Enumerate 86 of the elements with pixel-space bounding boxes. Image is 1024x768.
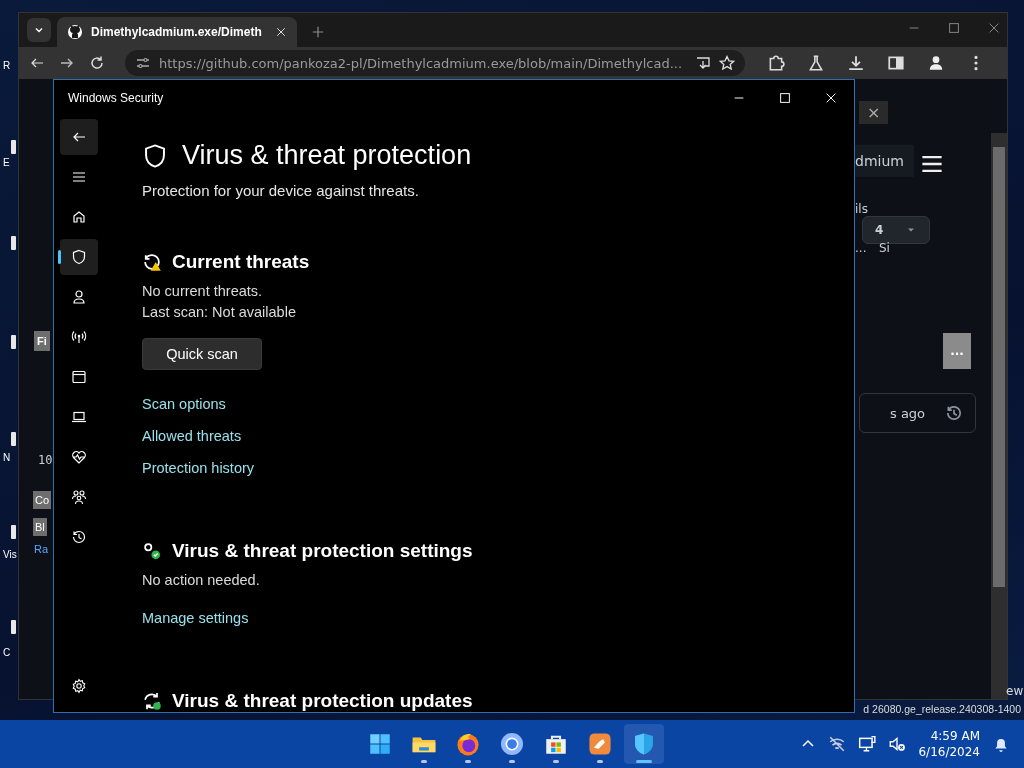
link[interactable]: Protection history — [142, 460, 255, 476]
profile-icon[interactable] — [927, 54, 945, 72]
desktop-icon-label: C — [3, 647, 11, 658]
history-icon[interactable] — [945, 404, 964, 422]
browser-icon — [499, 731, 525, 757]
shield-button[interactable] — [60, 239, 98, 275]
gear-check-icon — [142, 541, 162, 561]
maximize-icon[interactable] — [778, 90, 792, 105]
back-button[interactable] — [60, 119, 98, 155]
clock-date[interactable]: 6/16/2024 — [918, 744, 980, 760]
antenna-icon — [71, 329, 87, 345]
sidebar-icon[interactable] — [887, 54, 905, 72]
status-text: Last scan: Not available — [142, 304, 296, 320]
scrollbar-thumb[interactable] — [993, 147, 1005, 587]
desktop-icon-label: E — [3, 157, 10, 168]
home-icon — [71, 209, 87, 225]
page-text: Si — [879, 241, 890, 255]
commit-time: s ago — [890, 405, 926, 421]
star-icon[interactable] — [719, 55, 735, 71]
network-off-icon[interactable] — [828, 735, 847, 753]
clock-warning-icon — [142, 252, 162, 272]
scrollbar[interactable] — [991, 133, 1007, 699]
shield-icon — [71, 249, 87, 265]
page-text: ils — [855, 202, 868, 216]
start-icon — [367, 731, 393, 757]
menu-icon — [71, 169, 87, 185]
browser-icon — [455, 731, 481, 757]
running-indicator — [553, 760, 559, 763]
section-title: Virus & threat protection updates — [172, 690, 473, 712]
count-text: 4 — [875, 223, 884, 237]
laptop-icon — [71, 409, 87, 425]
line-number: 10 — [38, 453, 53, 467]
status-text: No current threats. — [142, 283, 263, 299]
status-text: No action needed. — [142, 572, 260, 588]
page-text: ... — [855, 241, 867, 255]
person-icon — [71, 289, 87, 305]
link[interactable]: Scan options — [142, 396, 226, 412]
desktop-icon-label: N — [3, 452, 11, 463]
new-tab-icon[interactable] — [311, 25, 325, 39]
app-icon — [587, 731, 613, 757]
people-icon — [71, 489, 87, 505]
address-bar[interactable]: https://github.com/pankoza2-pl/Dimethylcadmium.exe/blob/main/Dimethylcad... — [125, 50, 745, 76]
sync-check-icon — [142, 691, 162, 711]
tab-search-button[interactable] — [27, 18, 51, 42]
desktop-icon-label: Vis — [3, 549, 17, 560]
running-indicator — [465, 760, 471, 763]
running-indicator — [636, 760, 652, 763]
monitor-icon[interactable] — [858, 735, 877, 753]
flask-icon[interactable] — [807, 54, 825, 72]
close-icon[interactable] — [275, 26, 287, 38]
build-text: d 26080.ge_release.240308-1400 — [863, 703, 1021, 715]
window-icon — [71, 369, 87, 385]
quick-scan-button[interactable]: Quick scan — [142, 338, 262, 370]
menu-icon[interactable] — [921, 153, 943, 175]
link[interactable]: Manage settings — [142, 610, 249, 626]
page-subtitle: Protection for your device against threats. — [142, 182, 419, 199]
install-icon[interactable] — [695, 55, 711, 71]
section-title: Current threats — [172, 251, 310, 273]
settings-icon — [71, 678, 87, 694]
toolbar-button[interactable]: Co — [33, 491, 52, 509]
tab-title: Dimethylcadmium.exe/Dimeth — [91, 25, 263, 39]
window-title: Windows Security — [68, 90, 164, 105]
site-info-icon[interactable] — [135, 55, 151, 71]
desktop-icon-label: R — [3, 60, 11, 71]
url-text: https://github.com/pankoza2-pl/Dimethylcadmium.exe/blob/main/Dimethylcad... — [159, 55, 684, 71]
running-indicator — [509, 760, 515, 763]
running-indicator — [421, 760, 427, 763]
reload-icon[interactable] — [89, 55, 105, 71]
shield-icon — [142, 142, 168, 169]
volume-mute-icon[interactable] — [888, 735, 907, 753]
section-title: Virus & threat protection settings — [172, 540, 473, 562]
heart-icon — [71, 449, 87, 465]
page-title: Virus & threat protection — [182, 140, 472, 171]
browser-tab[interactable]: Dimethylcadmium.exe/Dimeth — [57, 17, 297, 47]
raw-link[interactable]: Ra — [34, 543, 49, 555]
popup-close-button[interactable]: × — [859, 101, 889, 124]
extensions-icon[interactable] — [767, 54, 785, 72]
download-icon[interactable] — [847, 54, 865, 72]
history-icon — [71, 529, 87, 545]
desktop-text: ew — [1006, 684, 1024, 698]
back-button[interactable]: Fi — [34, 331, 50, 351]
running-indicator — [597, 760, 603, 763]
toolbar-button[interactable]: Bl — [33, 518, 47, 536]
link[interactable]: Allowed threats — [142, 428, 242, 444]
taskbar-button[interactable] — [624, 724, 664, 764]
clock-time[interactable]: 4:59 AM — [930, 728, 980, 744]
